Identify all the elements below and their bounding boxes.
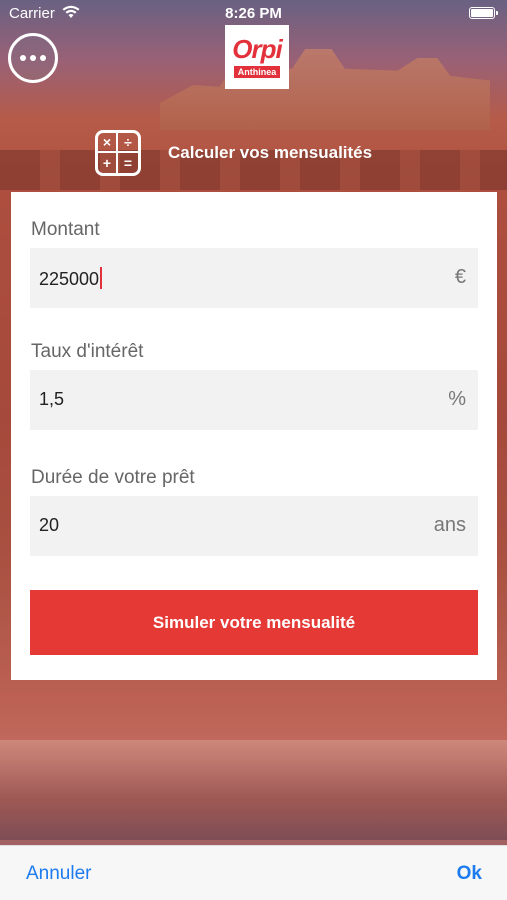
montant-field[interactable]: 225000 € xyxy=(30,248,478,308)
simulate-button[interactable]: Simuler votre mensualité xyxy=(30,590,478,655)
dot-icon xyxy=(20,55,26,61)
calculator-icon: × ÷ + = xyxy=(95,130,141,176)
loan-form-card: Montant 225000 € Taux d'intérêt 1,5 % Du… xyxy=(11,192,497,680)
dot-icon xyxy=(30,55,36,61)
dot-icon xyxy=(40,55,46,61)
percent-unit: % xyxy=(448,388,466,410)
logo-brand: Orpi xyxy=(232,34,282,64)
battery-icon xyxy=(469,7,498,19)
years-unit: ans xyxy=(433,514,466,536)
text-cursor xyxy=(100,267,103,289)
taux-label: Taux d'intérêt xyxy=(31,341,144,362)
divide-symbol: ÷ xyxy=(118,133,138,153)
page-title: Calculer vos mensualités xyxy=(168,143,373,162)
taux-value[interactable]: 1,5 xyxy=(39,389,64,410)
status-time: 8:26 PM xyxy=(225,5,282,22)
taux-field[interactable]: 1,5 % xyxy=(30,370,478,430)
montant-value[interactable]: 225000 xyxy=(39,267,103,290)
times-symbol: × xyxy=(98,133,118,153)
euro-unit: € xyxy=(454,266,466,288)
plus-symbol: + xyxy=(98,153,118,173)
cancel-button[interactable]: Annuler xyxy=(26,863,92,885)
ok-button[interactable]: Ok xyxy=(457,863,482,885)
section-header: × ÷ + = Calculer vos mensualités xyxy=(95,130,372,176)
status-bar: Carrier 8:26 PM xyxy=(0,0,507,28)
bottom-toolbar: Annuler Ok xyxy=(0,845,507,900)
duree-label: Durée de votre prêt xyxy=(31,467,195,488)
duree-field[interactable]: 20 ans xyxy=(30,496,478,556)
equals-symbol: = xyxy=(123,155,133,171)
orpi-logo: Orpi Anthinea xyxy=(225,25,289,89)
duree-value[interactable]: 20 xyxy=(39,515,59,536)
more-menu-button[interactable] xyxy=(8,33,58,83)
montant-label: Montant xyxy=(31,219,100,240)
logo-subtitle: Anthinea xyxy=(233,66,281,78)
